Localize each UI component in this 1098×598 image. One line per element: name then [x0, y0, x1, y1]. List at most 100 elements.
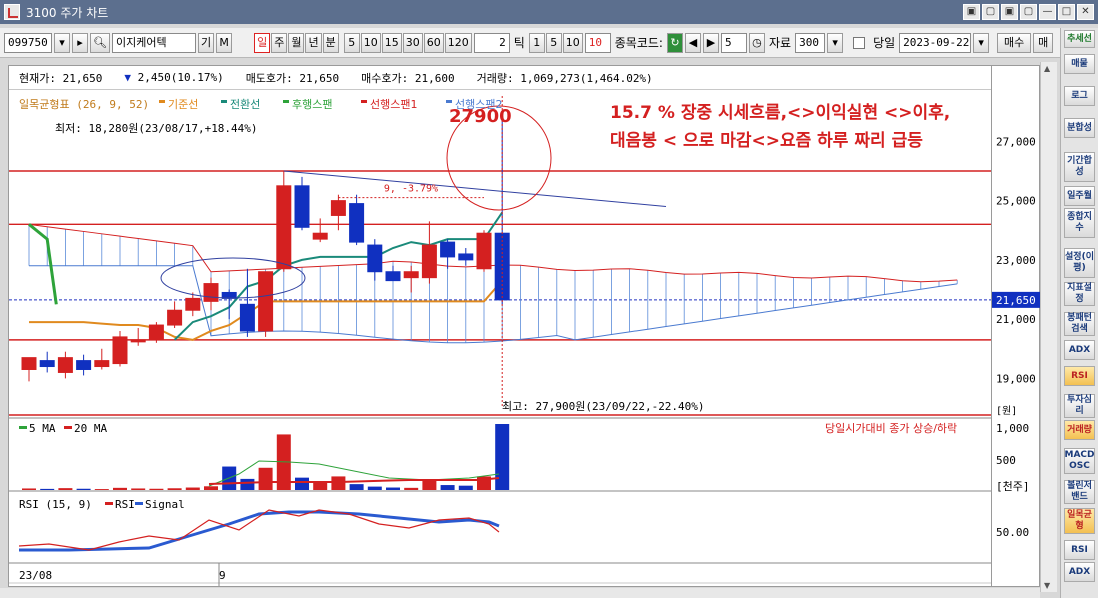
sidebar-item-13[interactable]: 거래량 — [1064, 420, 1095, 440]
prev-arrow-icon[interactable]: ◀ — [684, 32, 701, 53]
date-field[interactable]: 2023-09-22 — [899, 32, 972, 53]
data-count-select[interactable]: 300 — [795, 32, 826, 53]
tick-button-1[interactable]: 5 — [545, 32, 562, 53]
scroll-up-icon[interactable]: ▲ — [1044, 64, 1050, 73]
buy-button[interactable]: 매수 — [997, 32, 1032, 53]
candle-body-9 — [185, 297, 201, 311]
candle-body-10 — [203, 283, 219, 302]
m-button[interactable]: M — [216, 32, 233, 53]
rsi-tick: 50.00 — [996, 526, 1029, 539]
x-axis-label-1: 9 — [219, 569, 226, 582]
sidebar-item-7[interactable]: 설정(이평) — [1064, 248, 1095, 278]
vertical-scrollbar[interactable]: ▲ ▼ — [1040, 62, 1057, 592]
today-checkbox[interactable] — [853, 36, 866, 49]
period-button-2[interactable]: 월 — [288, 32, 305, 53]
sidebar-item-16[interactable]: 일목균형 — [1064, 508, 1095, 534]
sidebar-item-0[interactable]: 추세선 — [1064, 30, 1095, 48]
window-control-1[interactable]: ▢ — [982, 4, 999, 20]
sidebar-item-6[interactable]: 종합지수 — [1064, 208, 1095, 238]
candle-body-25 — [476, 232, 492, 270]
clock-icon[interactable]: ◷ — [748, 32, 765, 53]
window-control-5[interactable]: □ — [1058, 4, 1075, 20]
period-button-4[interactable]: 분 — [322, 32, 339, 53]
scroll-down-icon[interactable]: ▼ — [1044, 581, 1050, 590]
right-axis: 27,000 25,000 23,000 21,000 19,000 21,650 [원] 1… — [970, 65, 1040, 587]
candle-body-23 — [440, 241, 456, 258]
vol-legend-0: 5 MA — [29, 422, 56, 435]
sidebar-item-8[interactable]: 지표설정 — [1064, 282, 1095, 306]
bottom-scrollbar[interactable] — [0, 588, 1040, 598]
minute-button-4[interactable]: 60 — [423, 32, 444, 53]
next-arrow-icon[interactable]: ▶ — [702, 32, 719, 53]
tick-button-2[interactable]: 10 — [562, 32, 583, 53]
sidebar-item-12[interactable]: 투자심리 — [1064, 394, 1095, 418]
candle-body-17 — [330, 200, 346, 216]
volume-bar-22 — [422, 480, 437, 490]
minute-button-2[interactable]: 15 — [381, 32, 402, 53]
sidebar-item-2[interactable]: 로그 — [1064, 86, 1095, 106]
window-control-3[interactable]: ▢ — [1020, 4, 1037, 20]
tick-red-input[interactable]: 10 — [584, 32, 611, 53]
volume-bar-5 — [113, 487, 127, 490]
sidebar-item-11[interactable]: RSI — [1064, 366, 1095, 386]
minute-button-1[interactable]: 10 — [360, 32, 381, 53]
refresh-icon[interactable]: ↻ — [666, 32, 683, 53]
volume-bar-19 — [367, 486, 382, 490]
window-control-2[interactable]: ▣ — [1001, 4, 1018, 20]
volume-bar-7 — [149, 488, 164, 490]
sidebar-item-9[interactable]: 봉패턴검색 — [1064, 312, 1095, 336]
code-dropdown-button[interactable]: ▾ — [54, 32, 70, 53]
gi-button[interactable]: 기 — [197, 32, 215, 53]
candle-body-2 — [57, 357, 73, 373]
current-price-tag: 21,650 — [996, 294, 1036, 307]
data-count-dropdown-icon[interactable]: ▾ — [827, 32, 844, 53]
sidebar-item-17[interactable]: RSI — [1064, 540, 1095, 560]
period-buttons: 일주월년분 — [254, 32, 339, 53]
price-chart-canvas[interactable]: 9, -3.79%27900 15.7 % 장중 시세흐름,<>이익실현 <>이후… — [9, 66, 991, 586]
sidebar-item-14[interactable]: MACD OSC — [1064, 448, 1095, 474]
volume-bar-26 — [495, 424, 510, 490]
sidebar-item-3[interactable]: 분합성 — [1064, 118, 1095, 138]
sidebar-item-18[interactable]: ADX — [1064, 562, 1095, 582]
window-control-6[interactable]: ✕ — [1077, 4, 1094, 20]
sidebar-item-15[interactable]: 볼린저밴드 — [1064, 480, 1095, 504]
volume-bar-13 — [258, 467, 273, 490]
count-input[interactable]: 5 — [720, 32, 747, 53]
volume-bar-24 — [458, 485, 473, 490]
next-arrow-button[interactable]: ▸ — [72, 32, 88, 53]
sidebar-item-5[interactable]: 일주월 — [1064, 186, 1095, 206]
sell-button[interactable]: 매 — [1033, 32, 1054, 53]
volume-bar-10 — [204, 486, 218, 490]
chart-window[interactable]: 현재가: 21,650 ▼ 2,450(10.17%) 매도호가: 21,650… — [8, 65, 992, 587]
volume-bar-18 — [349, 484, 364, 490]
annotation-line1: 15.7 % 장중 시세흐름,<>이익실현 <>이후, — [610, 102, 950, 123]
sidebar-item-10[interactable]: ADX — [1064, 340, 1095, 360]
tool-sidebar: 추세선 매물 로그 분합성 기간합성 일주월 종합지수 설정(이평) 지표설정 봉패턴검색 ADX R… — [1060, 28, 1098, 598]
rsi-swatch-0 — [105, 502, 113, 505]
period-button-0[interactable]: 일 — [254, 32, 271, 53]
period-button-1[interactable]: 주 — [271, 32, 288, 53]
volume-bar-3 — [76, 488, 91, 490]
rsi-line — [18, 509, 500, 551]
price-tick-0: 27,000 — [996, 135, 1036, 148]
search-icon[interactable]: 🔍︎ — [90, 32, 110, 53]
window-control-4[interactable]: — — [1039, 4, 1056, 20]
window-control-0[interactable]: ▣ — [963, 4, 980, 20]
tick-button-0[interactable]: 1 — [528, 32, 545, 53]
period-button-3[interactable]: 년 — [305, 32, 322, 53]
tick-input[interactable]: 2 — [473, 32, 510, 53]
candle-body-1 — [39, 360, 55, 368]
sidebar-item-4[interactable]: 기간합성 — [1064, 152, 1095, 182]
date-dropdown-icon[interactable]: ▾ — [973, 32, 990, 53]
volume-tick-1: 500 — [996, 454, 1016, 467]
candle-body-16 — [312, 232, 328, 240]
stock-code-input[interactable]: 099750 — [4, 32, 52, 53]
sidebar-item-1[interactable]: 매물 — [1064, 54, 1095, 74]
vol-legend-swatch-1 — [64, 426, 72, 429]
minute-button-0[interactable]: 5 — [343, 32, 360, 53]
minute-button-5[interactable]: 120 — [444, 32, 472, 53]
minute-button-3[interactable]: 30 — [402, 32, 423, 53]
candle-body-0 — [21, 357, 37, 370]
right-axis-canvas: 27,000 25,000 23,000 21,000 19,000 21,650 [원] 1… — [970, 135, 1040, 563]
volume-bar-15 — [295, 477, 309, 490]
